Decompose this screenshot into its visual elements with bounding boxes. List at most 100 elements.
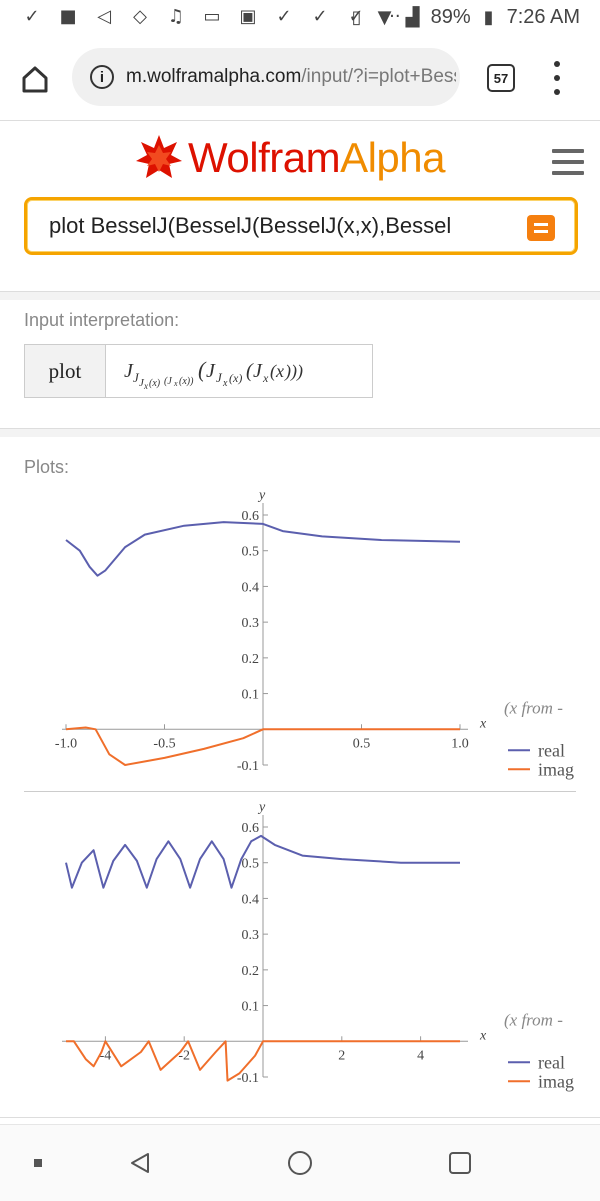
android-nav-bar [0, 1124, 600, 1201]
x-tick-label: 4 [417, 1048, 424, 1063]
wolfram-star-icon [136, 135, 182, 178]
home-nav-button[interactable] [286, 1149, 314, 1177]
svg-text:x: x [222, 378, 228, 389]
interpretation-expression: J J J x (x) (J x (x)) ( J J x (x) ( J x … [106, 345, 372, 397]
site-header: WolframAlpha plot BesselJ(BesselJ(Bessel… [0, 121, 600, 292]
image-icon: ▣ [239, 5, 257, 27]
formula-image: J J J x (x) (J x (x)) ( J J x (x) ( J x … [124, 357, 303, 391]
plot-1[interactable]: y x 0.6 0.5 0.4 0.3 0.2 0.1 -0.1 -1.0 -0.5 0.5 1.0 (x… [0, 485, 600, 785]
overview-icon [449, 1152, 471, 1174]
svg-text:(x)): (x)) [179, 376, 194, 387]
y-tick-label: 0.4 [242, 892, 260, 907]
input-interpretation-pod: Input interpretation: plot J J J x (x) (… [0, 300, 600, 429]
y-tick-label: 0.2 [242, 652, 260, 667]
logo-text: WolframAlpha [188, 134, 445, 182]
svg-text:x: x [143, 381, 148, 391]
wifi-icon: ▼ [377, 7, 392, 28]
legend-imag-label: imag [538, 759, 574, 779]
wolframalpha-logo[interactable]: WolframAlpha [134, 133, 445, 183]
overview-button[interactable] [446, 1149, 474, 1177]
y-tick-label: 0.2 [242, 964, 260, 979]
url-host: m.wolframalpha.com [126, 66, 302, 87]
clock: 7:26 AM [506, 6, 580, 28]
address-bar[interactable]: i m.wolframalpha.com/input/?i=plot+Bess [72, 48, 460, 106]
legend-header: (x from - [504, 698, 563, 717]
back-icon [131, 1153, 149, 1173]
y-tick-label: -0.1 [237, 759, 259, 774]
svg-text:x: x [262, 371, 269, 385]
interpretation-keyword: plot [25, 345, 106, 397]
plot-divider [24, 791, 576, 792]
overflow-menu-icon[interactable] [553, 61, 561, 95]
tab-switcher-button[interactable]: 57 [487, 64, 515, 92]
checkmark-icon: ✓ [312, 5, 328, 27]
hamburger-menu-icon[interactable] [552, 149, 584, 175]
status-bar: ✓ ■ ◁ ◇ ♫ ▭ ▣ ✓ ✓ ✓ ··· ▯ ▼ ▟ 89% ▮ 7:26… [0, 0, 600, 36]
x-axis-label: x [479, 716, 487, 731]
legend-imag-label: imag [538, 1071, 574, 1091]
home-button[interactable] [18, 62, 52, 96]
shield-icon: ◇ [133, 5, 147, 27]
x-tick-label: -0.5 [153, 736, 175, 751]
logo-alpha: Alpha [340, 134, 445, 181]
legend-real-label: real [538, 740, 565, 760]
notification-icons: ✓ ■ ◁ ◇ ♫ ▭ ▣ ✓ ✓ ✓ ··· [22, 5, 402, 27]
telegram-icon: ◁ [97, 5, 111, 27]
checkmark-icon: ✓ [276, 5, 292, 27]
y-tick-label: 0.3 [242, 616, 260, 631]
plot-2[interactable]: yx0.60.50.40.30.20.1-0.1-4 -2 2 4(x from -r… [0, 797, 600, 1097]
x-tick-label: -1.0 [55, 736, 77, 751]
info-icon[interactable]: i [90, 65, 114, 89]
compute-button[interactable] [527, 215, 555, 241]
legend-header: (x from - [504, 1010, 563, 1029]
pod-title: Plots: [24, 457, 70, 477]
home-circle-icon [288, 1151, 312, 1175]
system-status: ▯ ▼ ▟ 89% ▮ 7:26 AM [347, 6, 580, 29]
x-tick-label: 0.5 [353, 736, 371, 751]
back-button[interactable] [126, 1149, 154, 1177]
svg-text:(x): (x) [229, 371, 242, 385]
checkmark-icon: ✓ [24, 5, 40, 27]
y-axis-label: y [257, 488, 266, 503]
y-tick-label: 0.6 [242, 509, 260, 524]
vibrate-icon: ▯ [351, 7, 362, 28]
y-tick-label: 0.1 [242, 1000, 260, 1015]
x-tick-label: -2 [178, 1048, 190, 1063]
svg-text:x: x [275, 361, 284, 381]
svg-text:(x): (x) [149, 378, 161, 389]
url-text[interactable]: m.wolframalpha.com/input/?i=plot+Bess [126, 66, 456, 88]
logo-wolfram: Wolfram [188, 134, 341, 181]
x-tick-label: 2 [338, 1048, 345, 1063]
pod-separator [0, 292, 600, 300]
amazon-icon: ▭ [203, 5, 221, 27]
legend-real-label: real [538, 1052, 565, 1072]
y-tick-label: 0.4 [242, 580, 260, 595]
y-tick-label: 0.1 [242, 688, 260, 703]
url-path: /input/?i=plot+Bess [301, 66, 456, 87]
query-input[interactable]: plot BesselJ(BesselJ(BesselJ(x,x),Bessel [24, 197, 578, 255]
plots-pod: Plots: y x 0.6 0.5 0.4 0.3 0.2 0.1 -0.1 -1.0 -0.5 0… [0, 437, 600, 1118]
svg-text:J: J [206, 360, 216, 382]
facebook-icon: ■ [59, 5, 77, 27]
interpretation-table: plot J J J x (x) (J x (x)) ( J J x (x) (… [24, 344, 373, 398]
y-tick-label: 0.5 [242, 545, 260, 560]
pod-separator [0, 429, 600, 437]
music-icon: ♫ [167, 5, 185, 27]
svg-text:))): ))) [284, 361, 303, 382]
svg-text:J: J [216, 370, 223, 385]
y-tick-label: 0.3 [242, 928, 260, 943]
svg-text:J: J [253, 360, 263, 382]
y-axis-label: y [257, 800, 266, 815]
signal-icon: ▟ [405, 7, 420, 28]
svg-text:x: x [173, 379, 178, 388]
y-tick-label: 0.6 [242, 821, 260, 836]
query-text[interactable]: plot BesselJ(BesselJ(BesselJ(x,x),Bessel [49, 213, 509, 239]
battery-icon: ▮ [483, 7, 494, 28]
recents-dot-icon[interactable] [24, 1149, 52, 1177]
pod-title: Input interpretation: [24, 310, 180, 330]
y-tick-label: 0.5 [242, 857, 260, 872]
browser-toolbar: i m.wolframalpha.com/input/?i=plot+Bess … [0, 36, 600, 121]
home-icon [22, 66, 48, 93]
x-axis-label: x [479, 1028, 487, 1043]
battery-percent: 89% [430, 6, 471, 28]
